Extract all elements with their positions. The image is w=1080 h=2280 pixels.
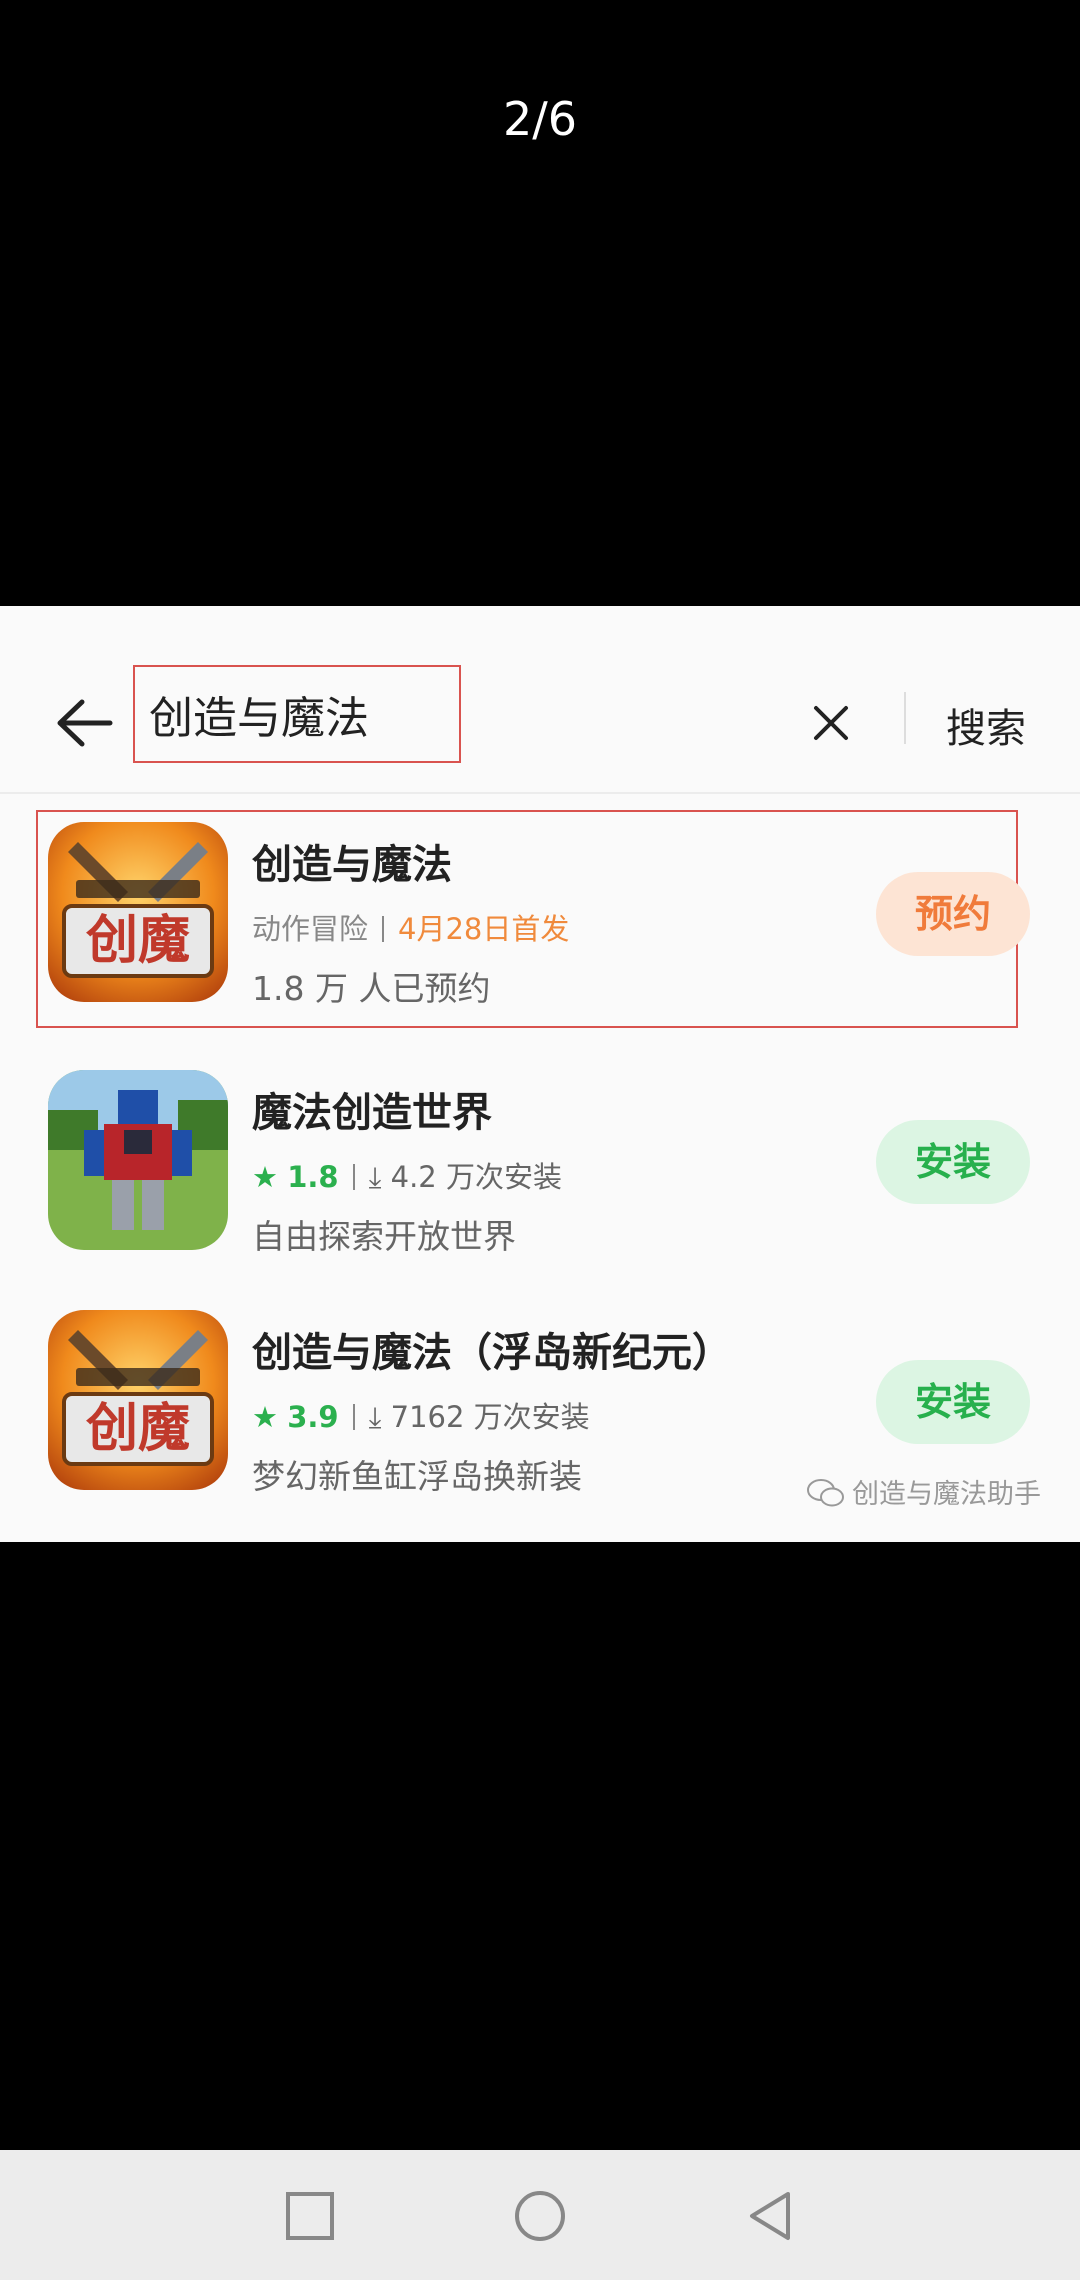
result-item[interactable]: 创魔 创造与魔法 动作冒险 4月28日首发 1.8 万 人已预约 预约	[0, 810, 1080, 1028]
app-icon-magic-world[interactable]	[48, 1070, 228, 1250]
divider	[0, 792, 1080, 794]
app-description: 梦幻新鱼缸浮岛换新装	[252, 1457, 582, 1496]
app-meta: ★ 3.9 ⤓ 7162 万次安装	[252, 1394, 590, 1436]
divider	[352, 1404, 355, 1430]
app-description: 自由探索开放世界	[252, 1217, 516, 1256]
image-counter: 2/6	[502, 92, 578, 146]
system-nav-bar	[0, 2150, 1080, 2280]
result-item[interactable]: 魔法创造世界 ★ 1.8 ⤓ 4.2 万次安装 自由探索开放世界 安装	[0, 1058, 1080, 1268]
star-icon: ★	[252, 1400, 278, 1434]
app-rating: 1.8	[287, 1160, 339, 1194]
install-count: 7162 万次安装	[390, 1400, 590, 1434]
svg-text:创魔: 创魔	[85, 1399, 190, 1459]
wechat-icon	[807, 1479, 844, 1507]
recents-square-icon[interactable]	[282, 2188, 338, 2244]
install-button[interactable]: 安装	[876, 1120, 1030, 1204]
download-icon: ⤓	[368, 1160, 382, 1194]
back-triangle-icon[interactable]	[742, 2188, 798, 2244]
home-circle-icon[interactable]	[512, 2188, 568, 2244]
clear-icon[interactable]	[806, 698, 856, 748]
app-title: 魔法创造世界	[252, 1090, 492, 1136]
install-count: 4.2 万次安装	[390, 1160, 562, 1194]
search-bar: 搜索	[0, 606, 1080, 796]
watermark: 创造与魔法助手	[806, 1472, 1041, 1511]
app-title: 创造与魔法	[252, 842, 452, 888]
back-arrow-icon[interactable]	[50, 688, 120, 758]
app-meta: ★ 1.8 ⤓ 4.2 万次安装	[252, 1154, 562, 1196]
install-button[interactable]: 安装	[876, 1360, 1030, 1444]
search-button[interactable]: 搜索	[946, 696, 1026, 754]
app-store-screenshot: 搜索 创魔 创造与魔法	[0, 606, 1080, 1542]
app-title: 创造与魔法（浮岛新纪元）	[252, 1330, 732, 1376]
reserve-button[interactable]: 预约	[876, 872, 1030, 956]
divider	[904, 692, 906, 744]
app-icon-creation-magic[interactable]: 创魔	[48, 822, 228, 1002]
download-icon: ⤓	[368, 1400, 382, 1434]
app-category: 动作冒险	[252, 912, 369, 946]
divider	[352, 1164, 355, 1190]
app-meta: 动作冒险 4月28日首发	[252, 906, 569, 948]
divider	[382, 916, 385, 942]
release-note: 4月28日首发	[398, 912, 570, 946]
app-icon-creation-magic[interactable]: 创魔	[48, 1310, 228, 1490]
search-input[interactable]	[133, 665, 461, 763]
watermark-text: 创造与魔法助手	[852, 1479, 1041, 1510]
app-rating: 3.9	[287, 1400, 339, 1434]
star-icon: ★	[252, 1160, 278, 1194]
reservation-count: 1.8 万 人已预约	[252, 969, 491, 1008]
svg-text:创魔: 创魔	[85, 911, 190, 971]
